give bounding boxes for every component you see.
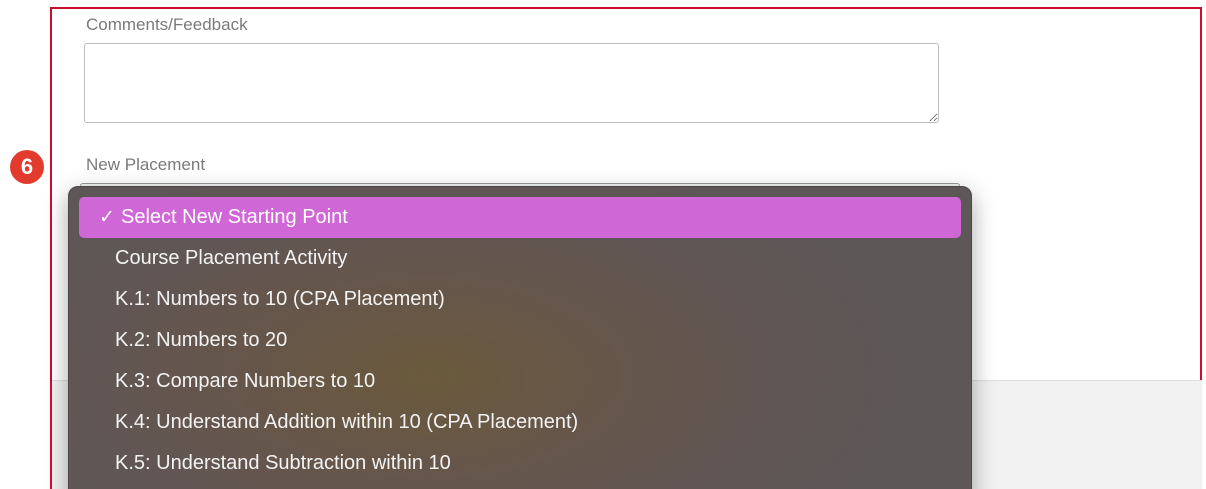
option-k1[interactable]: K.1: Numbers to 10 (CPA Placement) <box>79 279 961 320</box>
checkmark-icon: ✓ <box>99 207 115 228</box>
placement-options-list: ✓ Select New Starting Point Course Placem… <box>69 187 971 484</box>
new-placement-label: New Placement <box>86 155 206 174</box>
option-label: K.5: Understand Subtraction within 10 <box>115 452 451 474</box>
step-number-badge: 6 <box>10 150 44 184</box>
option-label: Select New Starting Point <box>121 206 348 228</box>
placement-dropdown-menu: ✓ Select New Starting Point Course Placem… <box>68 186 972 489</box>
screenshot-canvas: Comments/Feedback 6 New Placement ✓ Selec… <box>0 0 1206 489</box>
option-label: K.1: Numbers to 10 (CPA Placement) <box>115 288 445 310</box>
option-course-placement-activity[interactable]: Course Placement Activity <box>79 238 961 279</box>
comments-textarea[interactable] <box>84 43 939 123</box>
option-k3[interactable]: K.3: Compare Numbers to 10 <box>79 361 961 402</box>
comments-label: Comments/Feedback <box>86 15 248 34</box>
option-select-new-starting-point[interactable]: ✓ Select New Starting Point <box>79 197 961 238</box>
option-label: K.3: Compare Numbers to 10 <box>115 370 376 392</box>
option-label: K.2: Numbers to 20 <box>115 329 288 351</box>
option-k2[interactable]: K.2: Numbers to 20 <box>79 320 961 361</box>
option-label: Course Placement Activity <box>115 247 348 269</box>
option-k4[interactable]: K.4: Understand Addition within 10 (CPA … <box>79 402 961 443</box>
option-k5[interactable]: K.5: Understand Subtraction within 10 <box>79 443 961 484</box>
option-label: K.4: Understand Addition within 10 (CPA … <box>115 411 579 433</box>
